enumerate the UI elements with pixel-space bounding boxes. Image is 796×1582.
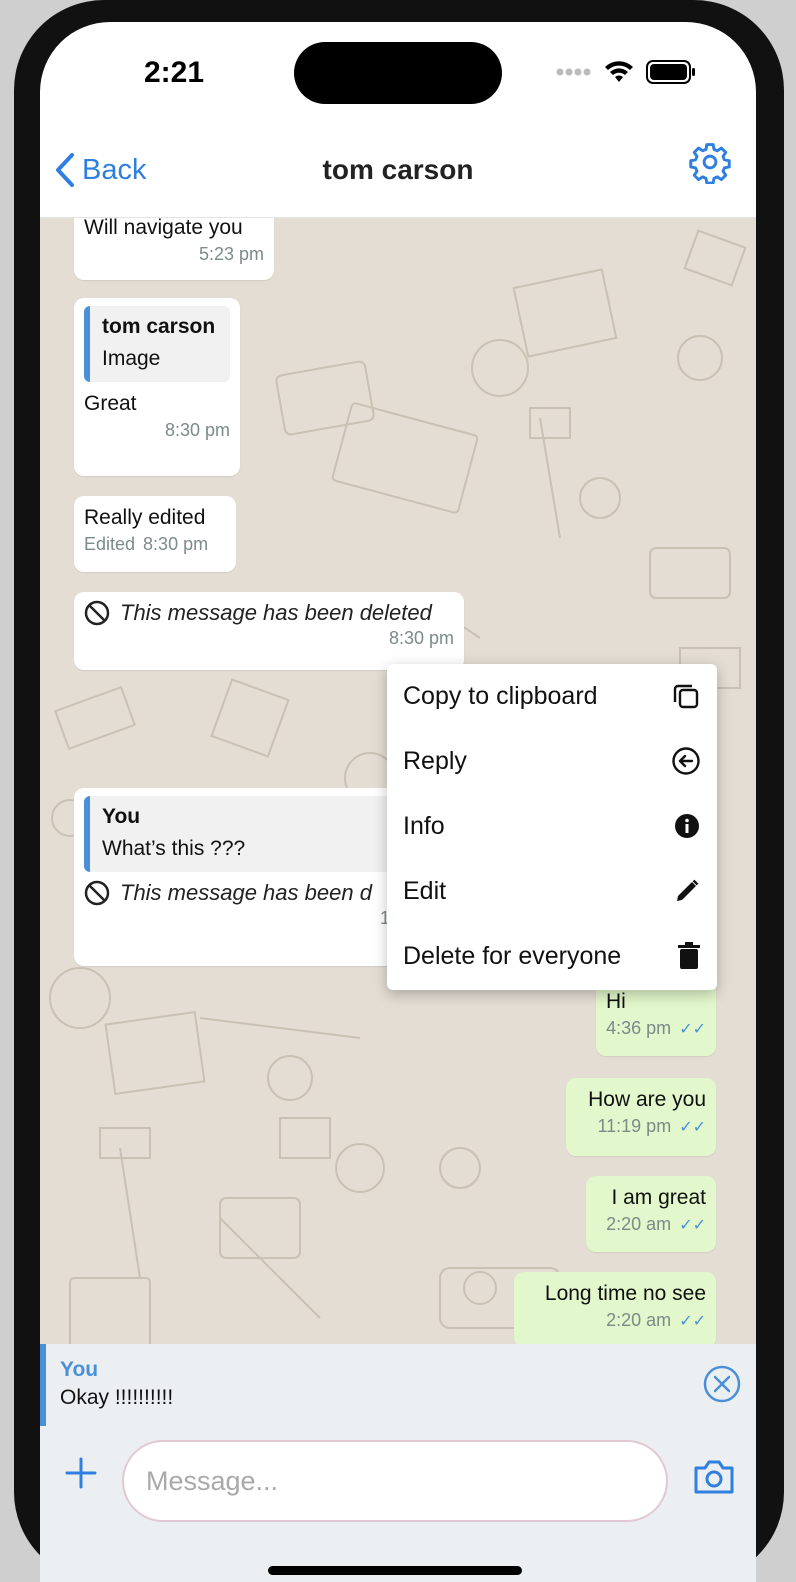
message-text: Hi — [606, 990, 626, 1013]
close-reply-icon[interactable] — [702, 1364, 742, 1404]
menu-item-label: Info — [403, 811, 445, 840]
menu-item-label: Edit — [403, 876, 447, 905]
menu-item-copy[interactable]: Copy to clipboard — [387, 664, 717, 728]
message-context-menu: Copy to clipboard Reply Info Edit Delete… — [387, 664, 717, 990]
message-bubble-outgoing[interactable]: I am great 2:20 am ✓✓ — [586, 1176, 716, 1252]
menu-item-reply[interactable]: Reply — [387, 729, 717, 793]
message-text: Really edited — [84, 506, 206, 529]
message-bubble-outgoing[interactable]: Hi 4:36 pm ✓✓ — [596, 980, 716, 1056]
double-check-icon: ✓✓ — [679, 1118, 706, 1136]
signal-icon — [556, 68, 591, 76]
message-bubble-outgoing[interactable]: How are you 11:19 pm ✓✓ — [566, 1078, 716, 1156]
chat-title: tom carson — [322, 154, 474, 185]
status-icons — [556, 60, 696, 84]
double-check-icon: ✓✓ — [679, 1312, 706, 1330]
message-bubble-outgoing[interactable]: Long time no see 2:20 am ✓✓ — [514, 1272, 716, 1348]
composer — [40, 1426, 756, 1582]
status-time: 2:21 — [144, 56, 205, 89]
nav-bar: Back tom carson — [40, 122, 756, 218]
quoted-message[interactable]: tom carson Image — [84, 306, 230, 382]
message-time: 4:36 pm — [606, 1018, 672, 1038]
wifi-icon — [605, 61, 633, 82]
trash-icon — [678, 942, 700, 969]
reply-icon — [672, 747, 700, 775]
camera-icon[interactable] — [692, 1458, 736, 1496]
menu-item-label: Delete for everyone — [403, 941, 622, 970]
quote-author: tom carson — [102, 315, 216, 338]
message-time: 5:23 pm — [198, 244, 264, 264]
message-time: 8:30 pm — [143, 534, 209, 554]
home-indicator — [268, 1566, 522, 1575]
deleted-text: This message has been deleted — [120, 600, 432, 625]
quote-text: Image — [102, 347, 161, 370]
message-bubble-incoming[interactable]: Will navigate you 5:23 pm — [74, 218, 274, 280]
message-text: I am great — [611, 1186, 706, 1209]
quoted-message[interactable]: You What’s this ??? — [84, 796, 414, 872]
double-check-icon: ✓✓ — [679, 1216, 706, 1234]
reply-preview: You Okay !!!!!!!!!! — [40, 1344, 756, 1426]
plus-icon[interactable] — [64, 1456, 98, 1490]
deleted-text: This message has been d — [120, 880, 372, 905]
gear-icon[interactable] — [688, 140, 732, 184]
reply-text: Okay !!!!!!!!!! — [60, 1386, 174, 1409]
edit-icon — [677, 879, 699, 901]
menu-item-edit[interactable]: Edit — [387, 859, 717, 923]
battery-icon — [646, 60, 695, 84]
message-time: 8:30 pm — [388, 628, 454, 648]
message-time: 8:30 pm — [164, 420, 230, 440]
message-time: 11:19 pm — [597, 1116, 672, 1136]
message-bubble-incoming[interactable]: You What’s this ??? This message has bee… — [74, 788, 414, 966]
message-bubble-incoming[interactable]: tom carson Image Great 8:30 pm — [74, 298, 240, 476]
menu-item-info[interactable]: Info — [387, 794, 717, 858]
copy-icon — [673, 684, 699, 709]
message-input[interactable] — [122, 1440, 668, 1522]
quote-author: You — [102, 805, 141, 828]
info-icon — [675, 814, 699, 838]
double-check-icon: ✓✓ — [679, 1020, 706, 1038]
message-text: Will navigate you — [84, 218, 243, 239]
edited-label: Edited — [84, 534, 136, 554]
status-bar: 2:21 — [40, 22, 756, 122]
message-bubble-deleted[interactable]: This message has been deleted 8:30 pm — [74, 592, 464, 670]
message-text: Long time no see — [544, 1282, 706, 1305]
quote-text: What’s this ??? — [102, 837, 246, 860]
message-time: 2:20 am — [606, 1214, 672, 1234]
phone-screen: 2:21 Back tom carson Will navigate you 5… — [40, 22, 756, 1582]
menu-item-label: Reply — [403, 746, 467, 775]
message-text: Great — [84, 392, 137, 415]
message-time: 2:20 am — [606, 1310, 672, 1330]
reply-author: You — [60, 1358, 99, 1381]
menu-item-delete[interactable]: Delete for everyone — [387, 924, 717, 988]
dynamic-island — [294, 42, 502, 104]
menu-item-label: Copy to clipboard — [403, 681, 598, 710]
reply-accent-bar — [40, 1344, 46, 1426]
message-bubble-incoming[interactable]: Really edited Edited 8:30 pm — [74, 496, 236, 572]
blocked-icon — [84, 600, 110, 626]
blocked-icon — [84, 880, 110, 906]
message-text: How are you — [588, 1088, 706, 1111]
